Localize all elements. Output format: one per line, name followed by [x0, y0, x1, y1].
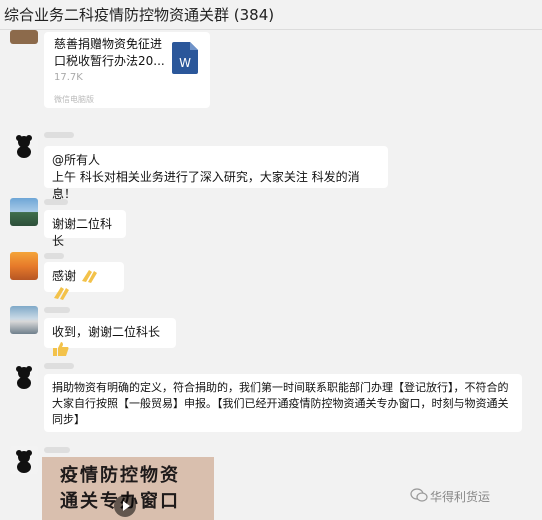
message-bubble[interactable]: 捐助物资有明确的定义，符合捐助的，我们第一时间联系职能部门办理【登记放行】，不符…	[44, 374, 522, 432]
avatar[interactable]	[10, 306, 38, 334]
message-line: @所有人	[52, 153, 101, 167]
sign-text-line: 疫情防控物资	[60, 465, 180, 486]
sender-nickname	[44, 447, 70, 453]
message-bubble[interactable]: 谢谢二位科长	[44, 210, 126, 248]
avatar[interactable]	[10, 198, 38, 226]
word-doc-letter: W	[179, 56, 191, 70]
message-text: 收到，谢谢二位科长	[52, 325, 161, 339]
message-text: 谢谢二位科长	[52, 217, 113, 248]
message-line: 上午 科长对相关业务进行了深入研究，大家关注 科发的消息！	[52, 170, 360, 201]
chat-title: 综合业务二科疫情防控物资通关群 (384)	[0, 0, 542, 30]
wechat-logo-icon	[410, 488, 428, 502]
message-bubble[interactable]: 感谢	[44, 262, 124, 300]
word-doc-icon: W	[172, 42, 198, 74]
avatar[interactable]	[10, 30, 38, 44]
avatar[interactable]	[10, 362, 38, 390]
message-text: 感谢	[52, 269, 77, 283]
message-line: 大家自行按照【一般贸易】申报。【我们已经开通疫情防控物资通关专办窗口，时刻与物资…	[52, 397, 509, 410]
message-line: 同步】	[52, 413, 85, 426]
dog-avatar-icon	[10, 362, 38, 390]
dog-avatar-icon	[10, 131, 38, 159]
thumbs-up-icon	[53, 342, 69, 356]
sender-nickname	[44, 132, 74, 138]
avatar[interactable]	[10, 131, 38, 159]
sender-nickname	[44, 307, 70, 313]
image-message[interactable]: 疫情防控物资 通关专办窗口	[42, 457, 214, 520]
clapping-hands-icon	[81, 270, 97, 283]
sender-nickname	[44, 363, 74, 369]
avatar[interactable]	[10, 252, 38, 280]
play-button-icon[interactable]	[114, 495, 136, 517]
clapping-hands-icon	[54, 287, 69, 300]
message-line: 捐助物资有明确的定义，符合捐助的，我们第一时间联系职能部门办理【登记放行】，不符…	[52, 381, 509, 394]
file-size: 17.7K	[54, 72, 83, 83]
message-bubble[interactable]: @所有人 上午 科长对相关业务进行了深入研究，大家关注 科发的消息！	[44, 146, 388, 201]
sender-nickname	[44, 199, 68, 205]
sender-nickname	[44, 253, 64, 259]
avatar[interactable]	[10, 446, 38, 474]
file-source: 微信电脑版	[54, 95, 94, 104]
watermark-text: 华得利货运	[430, 490, 491, 504]
file-message-card[interactable]: 慈善捐赠物资免征进口税收暂行办法20... 17.7K 微信电脑版 W	[44, 32, 210, 108]
message-bubble[interactable]: 收到，谢谢二位科长	[44, 318, 176, 356]
dog-avatar-icon	[10, 446, 38, 474]
file-name: 慈善捐赠物资免征进口税收暂行办法20...	[54, 37, 165, 68]
